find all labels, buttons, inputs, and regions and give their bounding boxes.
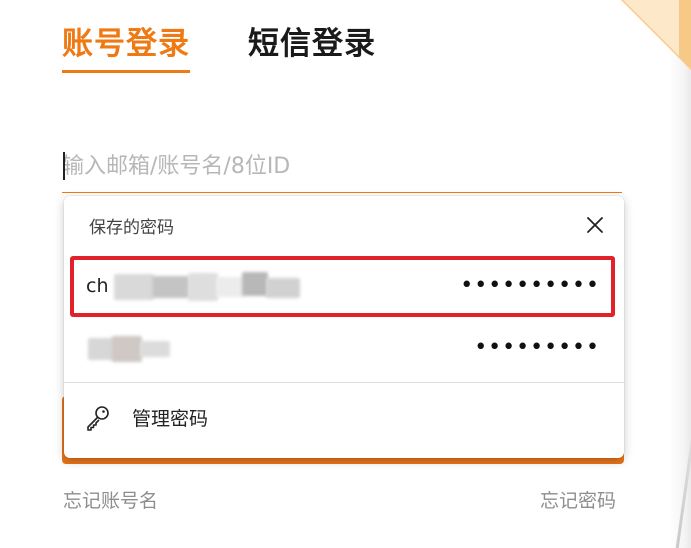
- corner-decoration-inner: [623, 0, 679, 56]
- saved-credential-row[interactable]: ch ••••••••••: [64, 258, 624, 316]
- credential-username: ch: [86, 275, 109, 297]
- saved-password-popup: 保存的密码 ch •••••••••• ••••••••• 管理密码: [64, 196, 624, 458]
- popup-title: 保存的密码: [89, 218, 174, 238]
- credential-password-mask: ••••••••••: [460, 273, 600, 298]
- key-icon: [87, 406, 109, 431]
- saved-credential-row[interactable]: •••••••••: [64, 320, 624, 378]
- manage-passwords-label: 管理密码: [132, 408, 209, 430]
- close-button[interactable]: [580, 210, 610, 240]
- manage-passwords-button[interactable]: 管理密码: [64, 392, 624, 448]
- close-icon: [587, 217, 603, 233]
- forgot-account-link[interactable]: 忘记账号名: [63, 488, 158, 514]
- text-caret: [63, 152, 65, 180]
- tab-account-login[interactable]: 账号登录: [62, 22, 190, 66]
- popup-divider: [64, 382, 624, 383]
- active-tab-indicator: [62, 70, 190, 73]
- account-input[interactable]: [62, 140, 622, 193]
- credential-password-mask: •••••••••: [474, 335, 600, 360]
- login-page: 账号登录 短信登录 忘记账号名 忘记密码 保存的密码 ch ••••••••••: [0, 0, 691, 548]
- tab-sms-login[interactable]: 短信登录: [248, 22, 376, 66]
- forgot-password-link[interactable]: 忘记密码: [540, 488, 616, 514]
